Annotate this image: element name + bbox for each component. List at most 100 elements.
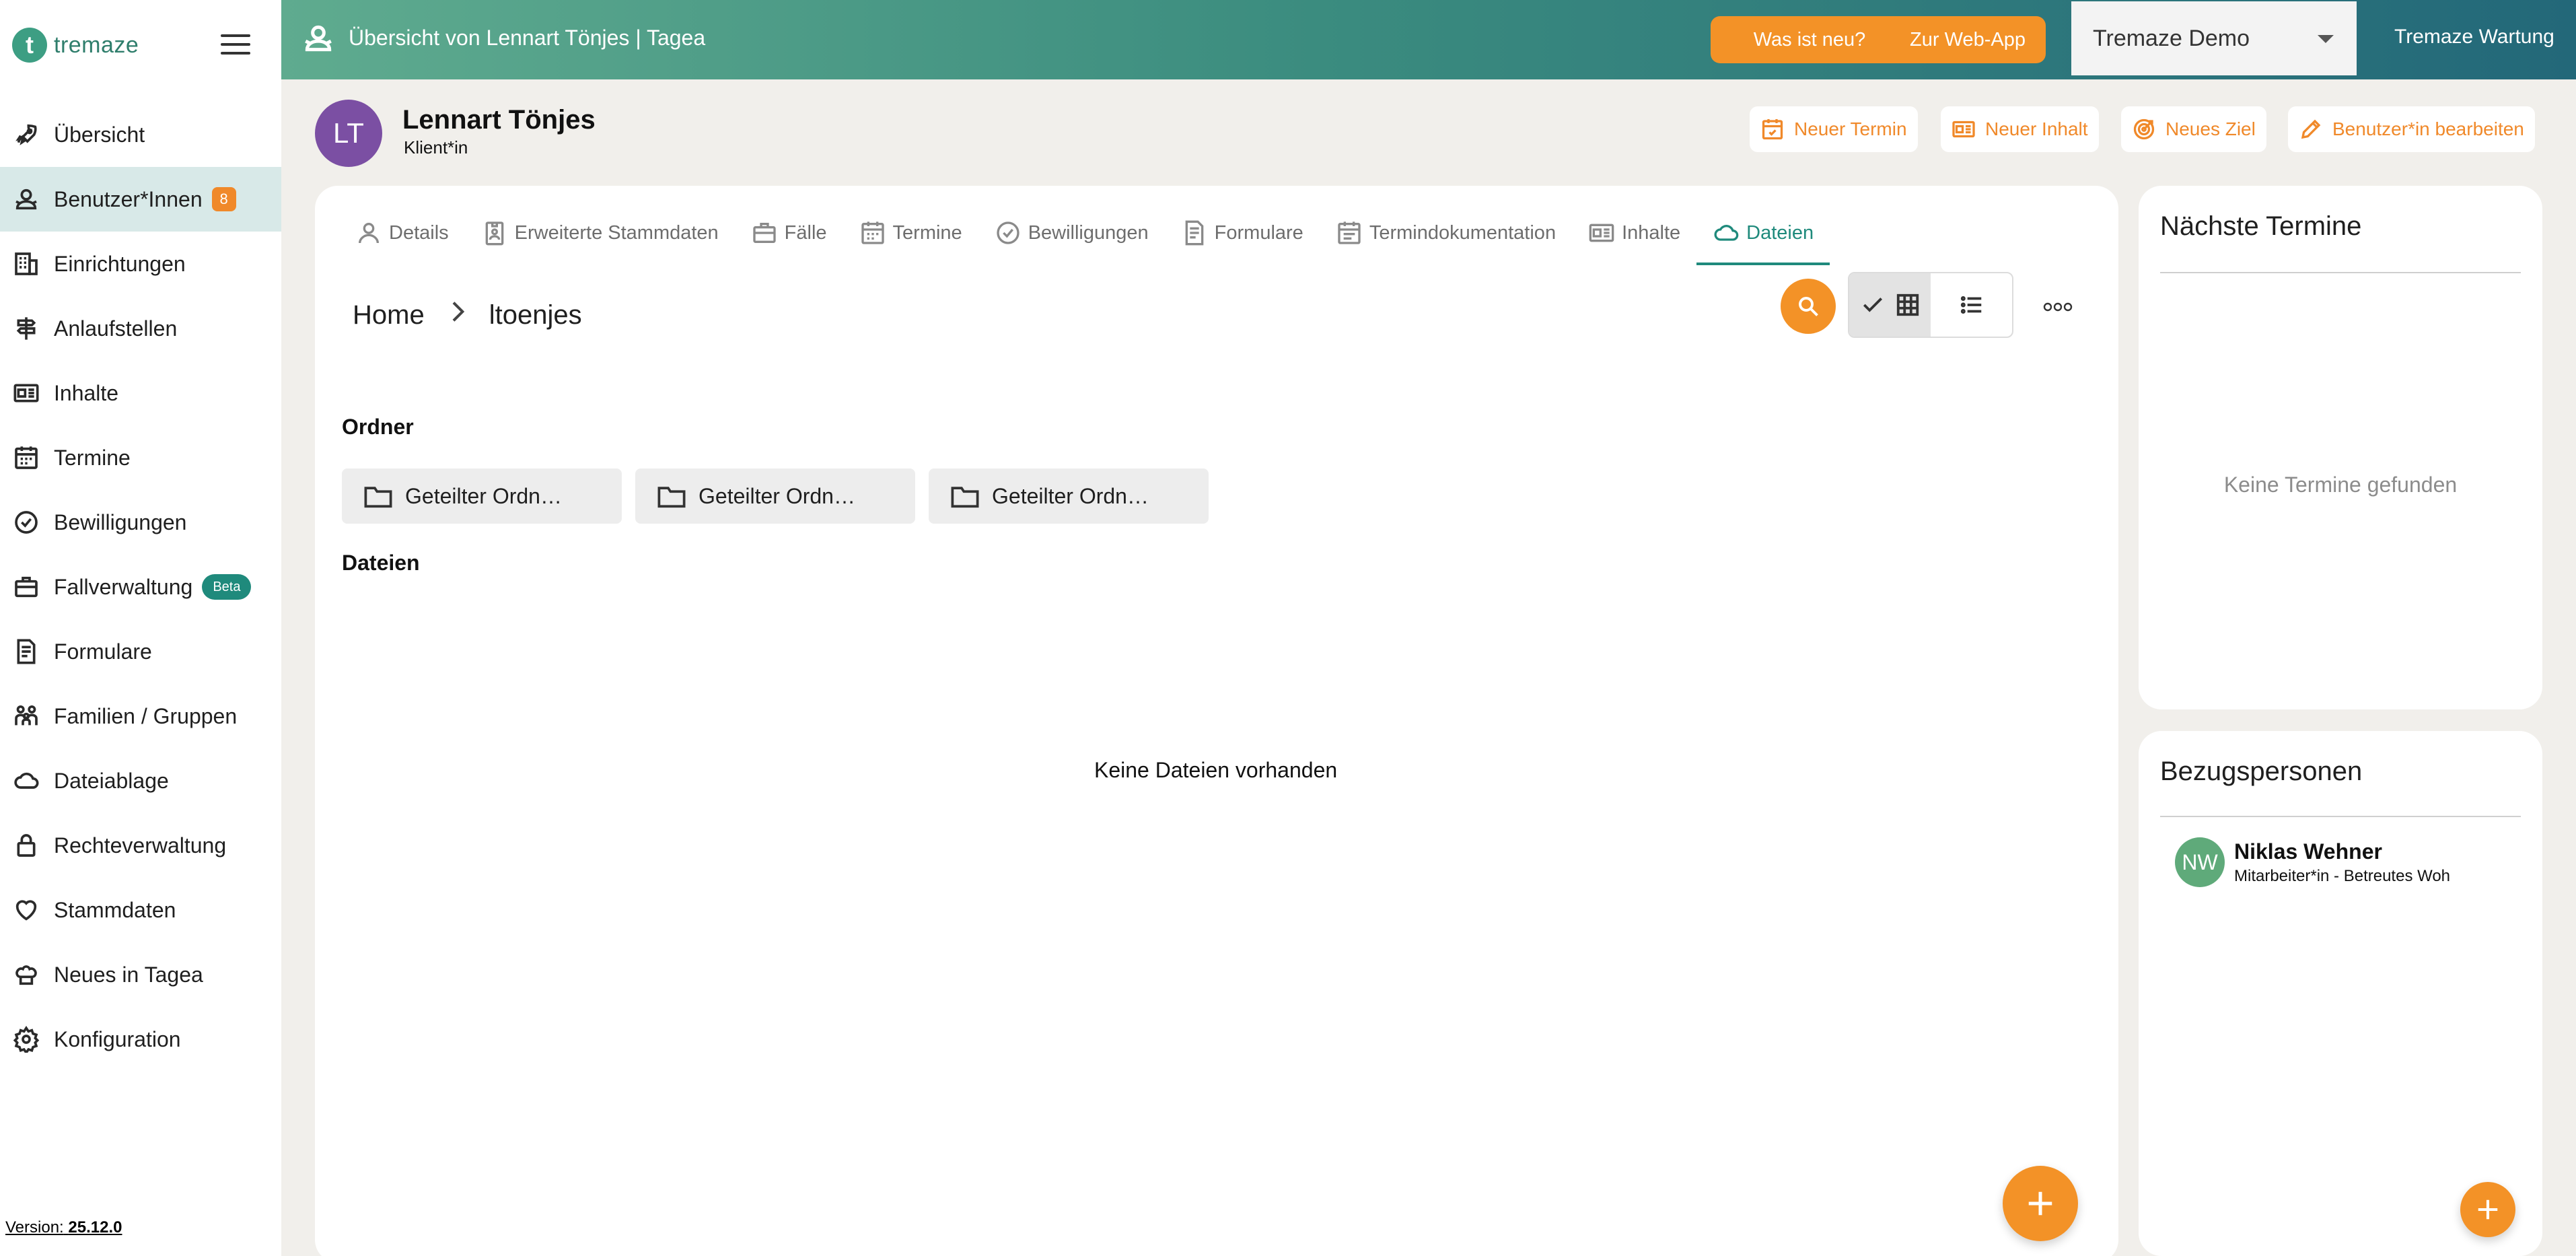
menu-toggle-icon[interactable] [221, 30, 250, 59]
tab-inhalte[interactable]: Inhalte [1572, 201, 1696, 265]
version-link[interactable]: Version: 25.12.0 [5, 1218, 122, 1237]
version-prefix: Version: [5, 1218, 64, 1236]
sidebar-item-familien[interactable]: Familien / Gruppen [0, 684, 281, 748]
rocket-icon [12, 120, 40, 149]
newspaper-icon [12, 379, 40, 407]
search-icon [1799, 297, 1818, 316]
list-view-toggle[interactable] [1931, 273, 2012, 337]
sidebar-item-anlaufstellen[interactable]: Anlaufstellen [0, 296, 281, 361]
list-icon [1960, 296, 1981, 314]
folder-icon [364, 487, 392, 508]
newspaper-icon [1589, 223, 1614, 242]
sidebar-item-bewilligungen[interactable]: Bewilligungen [0, 490, 281, 555]
form-icon [1185, 220, 1203, 246]
view-toggle [1848, 272, 2013, 338]
contacts-card: Bezugspersonen NW Niklas Wehner Mitarbei… [2139, 731, 2542, 1256]
tab-termine[interactable]: Termine [843, 201, 978, 265]
tab-faelle[interactable]: Fälle [735, 201, 843, 265]
sidebar: t tremaze Übersicht Benutzer*Innen 8 Ein… [0, 0, 281, 1256]
more-options-icon[interactable] [2038, 287, 2078, 327]
cloud-icon [1714, 225, 1739, 241]
page-title: Übersicht von Lennart Tönjes | Tagea [349, 26, 706, 50]
contact-name: Niklas Wehner [2234, 839, 2382, 864]
sidebar-item-label: Übersicht [54, 122, 145, 147]
folder-item[interactable]: Geteilter Ordn… [929, 468, 1209, 524]
folder-item[interactable]: Geteilter Ordn… [635, 468, 915, 524]
calendar-icon [861, 221, 884, 244]
tab-label: Bewilligungen [1028, 221, 1149, 244]
family-icon [12, 702, 40, 730]
users-icon [301, 22, 335, 55]
tab-bewilligungen[interactable]: Bewilligungen [978, 201, 1165, 265]
briefcase-icon [12, 573, 40, 601]
count-badge: 8 [211, 187, 236, 211]
sidebar-item-label: Einrichtungen [54, 251, 186, 276]
sidebar-item-konfiguration[interactable]: Konfiguration [0, 1007, 281, 1072]
divider [2160, 816, 2521, 817]
new-appointment-button[interactable]: Neuer Termin [1750, 106, 1918, 152]
folder-name: Geteilter Ordn… [699, 483, 855, 508]
sidebar-item-label: Termine [54, 445, 131, 470]
sidebar-item-label: Benutzer*Innen [54, 186, 203, 211]
sidebar-item-formulare[interactable]: Formulare [0, 619, 281, 684]
appointments-title: Nächste Termine [2160, 211, 2362, 241]
tremaze-logo[interactable]: t tremaze [12, 27, 139, 63]
files-heading: Dateien [342, 551, 420, 575]
tab-formulare[interactable]: Formulare [1165, 201, 1320, 265]
calendar-check-icon [1762, 119, 1783, 140]
appointments-empty-message: Keine Termine gefunden [2223, 473, 2458, 497]
sidebar-item-termine[interactable]: Termine [0, 425, 281, 490]
upcoming-appointments-card: Nächste Termine Keine Termine gefunden [2139, 186, 2542, 709]
tab-bar: Details Erweiterte Stammdaten Fälle Term… [339, 201, 1830, 265]
sidebar-item-label: Bewilligungen [54, 510, 187, 534]
contact-person[interactable]: NW Niklas Wehner Mitarbeiter*in - Betreu… [2175, 837, 2450, 887]
sidebar-item-einrichtungen[interactable]: Einrichtungen [0, 232, 281, 296]
plus-icon [2028, 1191, 2052, 1216]
new-goal-label: Neues Ziel [2166, 118, 2256, 139]
new-content-button[interactable]: Neuer Inhalt [1941, 106, 2099, 152]
briefcase-icon [753, 223, 776, 243]
sidebar-item-benutzer[interactable]: Benutzer*Innen 8 [0, 167, 281, 232]
sidebar-item-stammdaten[interactable]: Stammdaten [0, 878, 281, 942]
person-icon [359, 223, 379, 244]
folder-name: Geteilter Ordn… [992, 483, 1149, 508]
sidebar-nav: Übersicht Benutzer*Innen 8 Einrichtungen… [0, 102, 281, 1072]
main-card: Details Erweiterte Stammdaten Fälle Term… [315, 186, 2118, 1256]
gear-icon [12, 1025, 40, 1053]
sidebar-item-dateiablage[interactable]: Dateiablage [0, 748, 281, 813]
heart-icon [12, 896, 40, 924]
cloud-icon [12, 767, 40, 795]
add-contact-button[interactable] [2460, 1182, 2515, 1237]
web-app-button[interactable]: Zur Web-App [1890, 16, 2046, 63]
breadcrumb-home[interactable]: Home [353, 300, 425, 330]
sidebar-item-rechteverwaltung[interactable]: Rechteverwaltung [0, 813, 281, 878]
new-content-label: Neuer Inhalt [1985, 118, 2088, 139]
edit-user-button[interactable]: Benutzer*in bearbeiten [2288, 106, 2535, 152]
tab-details[interactable]: Details [339, 201, 465, 265]
tab-label: Erweiterte Stammdaten [514, 221, 719, 244]
tab-dateien[interactable]: Dateien [1696, 201, 1830, 265]
beta-badge: Beta [202, 574, 252, 600]
sidebar-item-label: Neues in Tagea [54, 962, 203, 987]
folder-icon [657, 487, 686, 508]
folder-item[interactable]: Geteilter Ordn… [342, 468, 622, 524]
search-button[interactable] [1781, 279, 1836, 334]
whats-new-button[interactable]: Was ist neu? [1711, 16, 1908, 63]
calendar-doc-icon [1338, 221, 1361, 244]
chef-hat-icon [12, 961, 40, 989]
new-goal-button[interactable]: Neues Ziel [2121, 106, 2266, 152]
sidebar-item-inhalte[interactable]: Inhalte [0, 361, 281, 425]
tab-termindokumentation[interactable]: Termindokumentation [1320, 201, 1572, 265]
maintenance-link[interactable]: Tremaze Wartung [2394, 26, 2554, 48]
tenant-select-value: Tremaze Demo [2093, 25, 2250, 51]
logo-text: tremaze [54, 32, 139, 58]
lock-icon [12, 831, 40, 860]
sidebar-item-uebersicht[interactable]: Übersicht [0, 102, 281, 167]
profile-name: Lennart Tönjes [402, 105, 596, 135]
sidebar-item-fallverwaltung[interactable]: Fallverwaltung Beta [0, 555, 281, 619]
sidebar-item-neues[interactable]: Neues in Tagea [0, 942, 281, 1007]
tenant-select[interactable]: Tremaze Demo [2071, 1, 2357, 75]
grid-view-toggle[interactable] [1849, 273, 1931, 337]
add-file-button[interactable] [2003, 1166, 2078, 1241]
tab-erweiterte-stammdaten[interactable]: Erweiterte Stammdaten [465, 201, 735, 265]
